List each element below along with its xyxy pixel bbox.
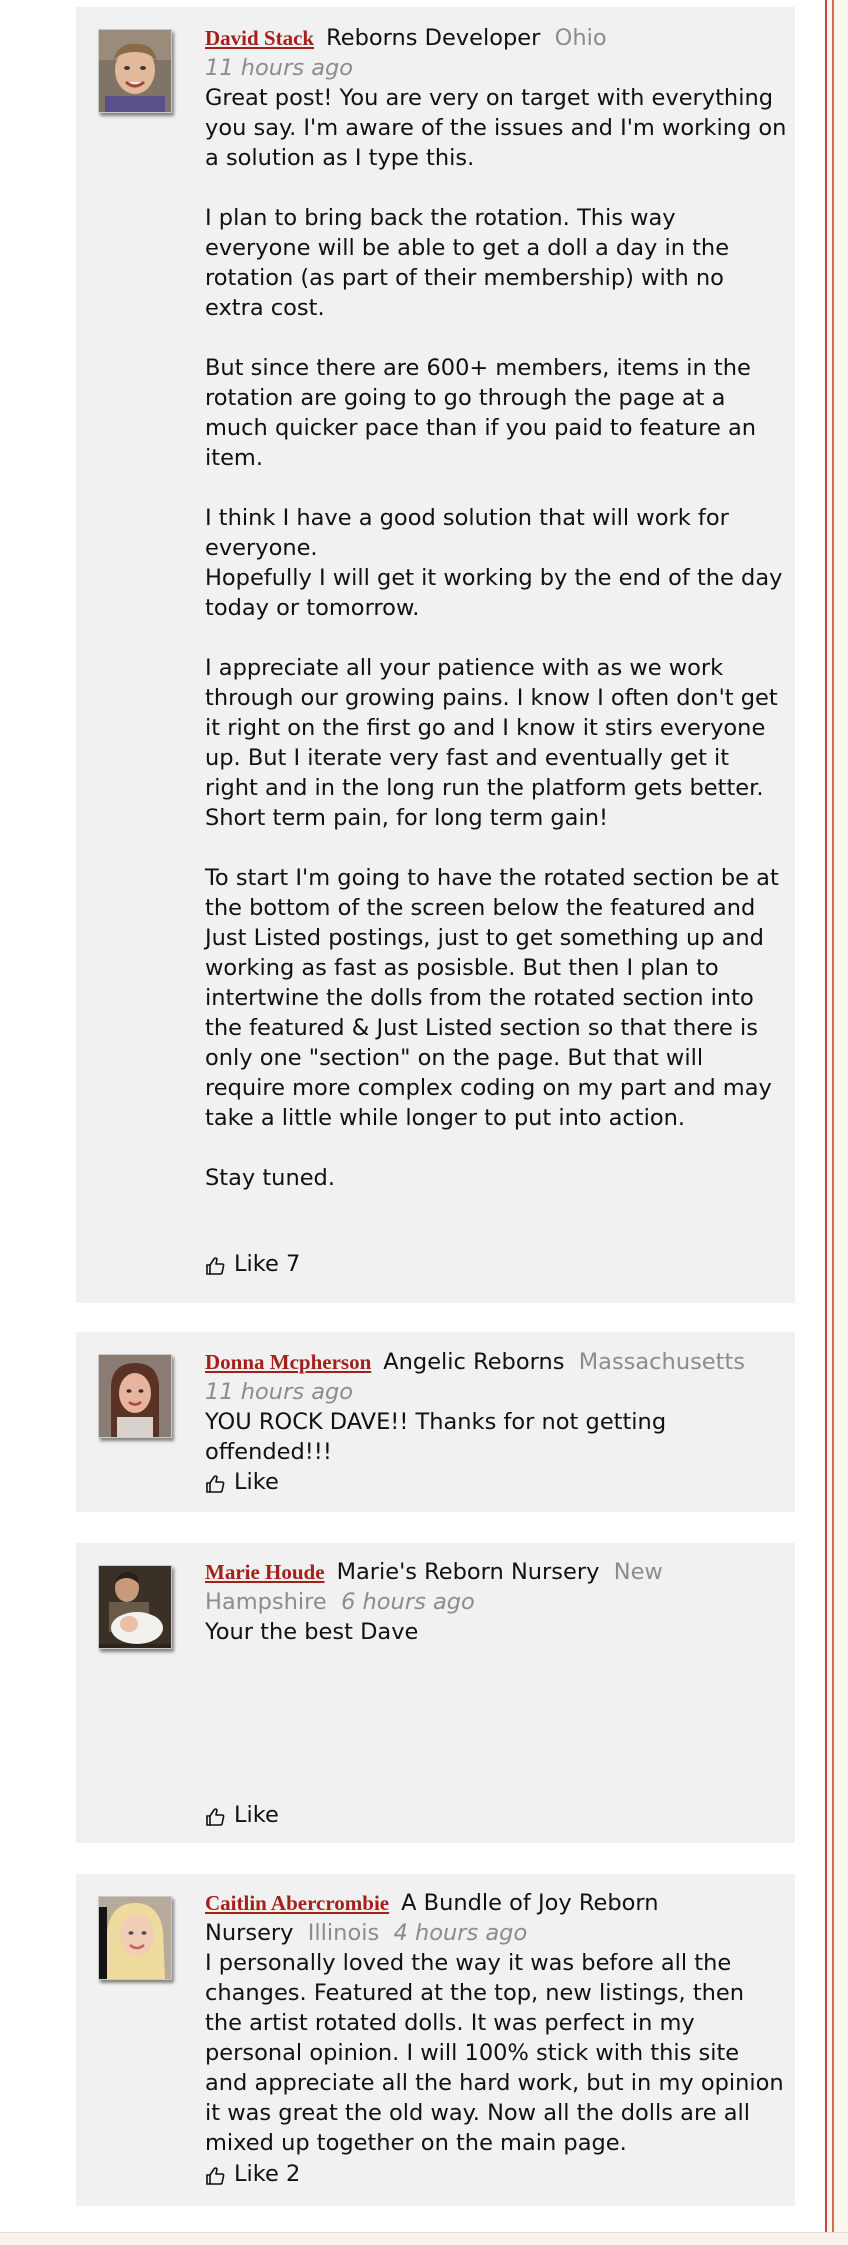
- comment-body: Donna Mcpherson Angelic Reborns Massachus…: [205, 1347, 787, 1467]
- comment-meta: Donna Mcpherson Angelic Reborns Massachus…: [205, 1347, 787, 1377]
- thumbs-up-icon: [205, 1472, 225, 1493]
- shop-name: Angelic Reborns: [383, 1349, 565, 1375]
- author-link[interactable]: Donna Mcpherson: [205, 1350, 371, 1374]
- location: Massachusetts: [578, 1349, 746, 1375]
- comment-meta: Marie Houde Marie's Reborn Nursery New Ha…: [205, 1557, 787, 1617]
- avatar[interactable]: [98, 1354, 172, 1438]
- author-link[interactable]: David Stack: [205, 26, 314, 50]
- comment-text: Great post! You are very on target with …: [205, 85, 787, 1191]
- comment-text: I personally loved the way it was before…: [205, 1950, 791, 2156]
- thumbs-up-icon: [205, 1254, 225, 1275]
- page-right-gutter: [825, 0, 848, 2244]
- comment-body: Marie Houde Marie's Reborn Nursery New Ha…: [205, 1557, 787, 1647]
- comment-text: YOU ROCK DAVE!! Thanks for not getting o…: [205, 1409, 674, 1465]
- location: Ohio: [554, 25, 607, 51]
- right-border-line: [825, 0, 827, 2244]
- thumbs-up-icon: [205, 2164, 225, 2185]
- thumbs-up-icon: [205, 1805, 225, 1826]
- like-button[interactable]: Like 7: [205, 1249, 300, 1279]
- like-button[interactable]: Like: [205, 1467, 279, 1497]
- like-button[interactable]: Like: [205, 1800, 279, 1830]
- comment-body: David Stack Reborns Developer Ohio 11 hou…: [205, 23, 787, 1193]
- like-button[interactable]: Like 2: [205, 2159, 300, 2189]
- like-label: Like: [234, 1802, 279, 1828]
- comment-meta: Caitlin Abercrombie A Bundle of Joy Rebor…: [205, 1888, 787, 1948]
- like-label: Like 2: [234, 2161, 301, 2187]
- comment-text: Your the best Dave: [205, 1619, 419, 1645]
- like-label: Like: [234, 1469, 279, 1495]
- avatar[interactable]: [98, 1565, 172, 1649]
- timestamp: 11 hours ago: [205, 55, 354, 81]
- comment-card: David Stack Reborns Developer Ohio 11 hou…: [76, 7, 795, 1303]
- shop-name: Marie's Reborn Nursery: [336, 1559, 600, 1585]
- avatar[interactable]: [98, 29, 172, 113]
- avatar[interactable]: [98, 1896, 172, 1980]
- comment-card: Marie Houde Marie's Reborn Nursery New Ha…: [76, 1543, 795, 1843]
- page-footer-edge: [0, 2232, 848, 2245]
- comment-card: Caitlin Abercrombie A Bundle of Joy Rebor…: [76, 1874, 795, 2206]
- right-border-line-inner: [832, 0, 834, 2244]
- timestamp: 4 hours ago: [393, 1920, 528, 1946]
- comment-body: Caitlin Abercrombie A Bundle of Joy Rebor…: [205, 1888, 787, 2158]
- timestamp: 11 hours ago: [205, 1379, 354, 1405]
- comment-card: Donna Mcpherson Angelic Reborns Massachus…: [76, 1332, 795, 1512]
- comment-meta: David Stack Reborns Developer Ohio: [205, 23, 787, 53]
- author-link[interactable]: Marie Houde: [205, 1560, 325, 1584]
- like-label: Like 7: [234, 1251, 301, 1277]
- timestamp: 6 hours ago: [341, 1589, 475, 1615]
- author-link[interactable]: Caitlin Abercrombie: [205, 1891, 389, 1915]
- location: Illinois: [307, 1920, 380, 1946]
- shop-name: Reborns Developer: [326, 25, 541, 51]
